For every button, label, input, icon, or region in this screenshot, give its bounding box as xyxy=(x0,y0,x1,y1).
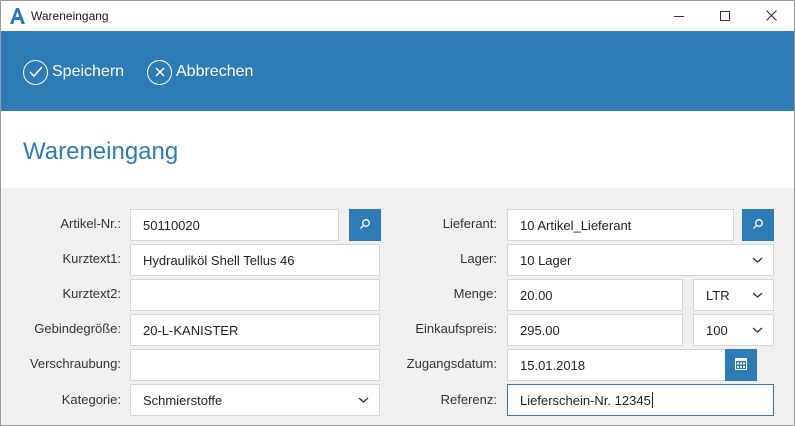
kurztext1-value: Hydrauliköl Shell Tellus 46 xyxy=(143,252,295,268)
gebindegroesse-value: 20-L-KANISTER xyxy=(143,322,239,338)
menge-unit-select[interactable]: LTR xyxy=(693,279,774,311)
kurztext1-input[interactable]: Hydrauliköl Shell Tellus 46 xyxy=(130,244,380,276)
einkaufspreis-value: 295.00 xyxy=(520,322,560,338)
menge-unit-value: LTR xyxy=(706,287,730,303)
lieferant-value: 10 Artikel_Lieferant xyxy=(520,217,632,233)
kurztext2-label: Kurztext2: xyxy=(62,286,121,301)
verschraubung-label: Verschraubung: xyxy=(29,356,121,371)
chevron-down-icon xyxy=(752,254,763,269)
artikel-nr-label: Artikel-Nr.: xyxy=(60,216,121,231)
artikel-nr-value: 50110020 xyxy=(143,217,200,233)
chevron-down-icon xyxy=(752,289,763,304)
lieferant-label: Lieferant: xyxy=(442,216,497,231)
checkmark-icon xyxy=(23,59,48,85)
lager-label: Lager: xyxy=(460,251,497,266)
kurztext1-label: Kurztext1: xyxy=(62,251,121,266)
referenz-input[interactable]: Lieferschein-Nr. 12345 xyxy=(507,384,774,416)
menge-label: Menge: xyxy=(453,286,497,301)
close-button[interactable] xyxy=(748,1,794,31)
cancel-button[interactable]: Abbrechen xyxy=(147,57,253,87)
einkaufspreis-label: Einkaufspreis: xyxy=(415,321,497,336)
minimize-button[interactable] xyxy=(656,1,702,31)
menge-input[interactable]: 20.00 xyxy=(507,279,683,311)
search-icon xyxy=(359,218,371,233)
gebindegroesse-label: Gebindegröße: xyxy=(34,321,121,336)
title-bar: Wareneingang xyxy=(1,1,794,31)
lieferant-input[interactable]: 10 Artikel_Lieferant xyxy=(507,209,734,241)
save-button[interactable]: Speichern xyxy=(23,57,124,87)
chevron-down-icon xyxy=(752,324,763,339)
text-cursor xyxy=(651,392,653,408)
maximize-button[interactable] xyxy=(702,1,748,31)
page-title: Wareneingang xyxy=(23,138,179,165)
lieferant-search-button[interactable] xyxy=(742,209,774,241)
zugangsdatum-input[interactable]: 15.01.2018 xyxy=(507,349,726,381)
toolbar: Speichern Abbrechen xyxy=(1,31,794,111)
kategorie-select[interactable]: Schmierstoffe xyxy=(130,384,380,416)
menge-value: 20.00 xyxy=(520,287,553,303)
referenz-label: Referenz: xyxy=(440,392,497,407)
gebindegroesse-input[interactable]: 20-L-KANISTER xyxy=(130,314,380,346)
lager-value: 10 Lager xyxy=(520,252,572,268)
form-area: Artikel-Nr.: 50110020 Kurztext1: Hydraul… xyxy=(1,188,794,425)
app-window: Wareneingang Speichern Abbrechen Warenei… xyxy=(0,0,795,426)
calendar-icon xyxy=(735,357,747,373)
calendar-button[interactable] xyxy=(725,349,757,381)
close-icon xyxy=(765,9,777,24)
lager-select[interactable]: 10 Lager xyxy=(507,244,774,276)
kategorie-label: Kategorie: xyxy=(61,392,121,407)
window-title: Wareneingang xyxy=(31,9,109,23)
kategorie-value: Schmierstoffe xyxy=(143,392,223,408)
preiseinheit-value: 100 xyxy=(706,322,728,338)
artikel-nr-input[interactable]: 50110020 xyxy=(130,209,339,241)
maximize-icon xyxy=(720,9,730,24)
zugangsdatum-value: 15.01.2018 xyxy=(520,357,586,373)
zugangsdatum-label: Zugangsdatum: xyxy=(406,356,497,371)
save-label: Speichern xyxy=(52,63,125,80)
verschraubung-input[interactable] xyxy=(130,349,380,381)
cancel-x-icon xyxy=(147,59,172,85)
kurztext2-input[interactable] xyxy=(130,279,380,311)
preiseinheit-select[interactable]: 100 xyxy=(693,314,774,346)
app-logo-icon xyxy=(8,7,26,25)
referenz-value: Lieferschein-Nr. 12345 xyxy=(520,392,651,408)
einkaufspreis-input[interactable]: 295.00 xyxy=(507,314,683,346)
search-icon xyxy=(752,218,764,233)
minimize-icon xyxy=(674,9,684,24)
cancel-label: Abbrechen xyxy=(176,63,254,80)
chevron-down-icon xyxy=(358,394,369,409)
